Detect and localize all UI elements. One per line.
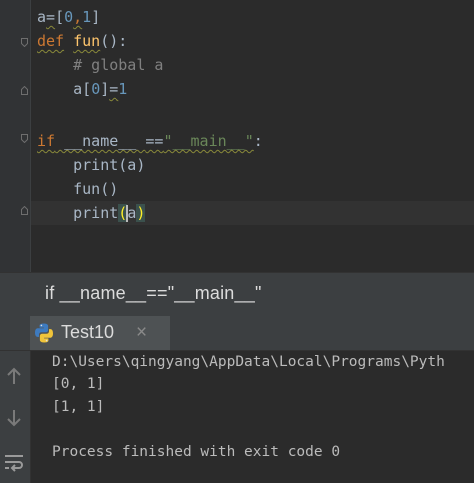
code-token: ]: [100, 80, 110, 98]
code-token: "__main__": [163, 132, 254, 150]
arrow-up-icon[interactable]: [3, 365, 25, 387]
code-token: ): [136, 204, 146, 222]
code-line[interactable]: a=[0,1]: [37, 5, 100, 29]
code-token: # global a: [73, 56, 164, 74]
code-token: 0: [64, 8, 74, 26]
code-token: (): [100, 32, 119, 50]
code-token: a: [37, 8, 47, 26]
arrow-down-icon[interactable]: [3, 407, 25, 429]
run-tab[interactable]: Test10 ×: [30, 316, 170, 350]
code-line[interactable]: def fun():: [37, 29, 127, 53]
code-token: 1: [118, 80, 128, 98]
code-token: [: [55, 8, 65, 26]
code-token: ==: [145, 132, 164, 150]
code-token: print: [37, 204, 119, 222]
code-token: 0: [91, 80, 101, 98]
fold-end-marker-icon[interactable]: [21, 86, 28, 95]
console-line: D:\Users\qingyang\AppData\Local\Programs…: [52, 354, 445, 370]
python-icon: [35, 323, 53, 343]
code-token: :: [253, 132, 263, 150]
code-token: :: [118, 32, 128, 50]
code-token: ,: [73, 8, 83, 26]
console-line: [0, 1]: [52, 376, 105, 392]
code-line[interactable]: fun(): [37, 177, 118, 201]
console-output[interactable]: D:\Users\qingyang\AppData\Local\Programs…: [31, 351, 474, 483]
code-token: fun(): [37, 180, 119, 198]
code-editor[interactable]: a=[0,1] def fun(): # global a a[0]=1 if __…: [0, 0, 474, 272]
run-tool-header: Test10 ×: [0, 316, 474, 351]
breadcrumb-bar: if __name__=="__main__": [0, 272, 474, 317]
code-line[interactable]: print(a): [37, 153, 145, 177]
code-token: a: [127, 204, 137, 222]
run-toolbar: [0, 351, 31, 483]
code-token: def: [37, 32, 65, 50]
soft-wrap-icon[interactable]: [3, 451, 25, 473]
code-token: a[: [37, 80, 92, 98]
console-line: Process finished with exit code 0: [52, 444, 341, 460]
code-line[interactable]: # global a: [37, 53, 163, 77]
fold-marker-icon[interactable]: [21, 134, 28, 143]
code-token: =: [109, 80, 119, 98]
code-token: __name__: [55, 132, 146, 150]
gutter-divider: [30, 0, 31, 272]
code-line[interactable]: a[0]=1: [37, 77, 127, 101]
code-token: 1: [82, 8, 92, 26]
code-token: if: [37, 132, 56, 150]
code-token: fun: [73, 32, 101, 50]
code-token: ]: [91, 8, 101, 26]
code-line[interactable]: if __name__ =="__main__":: [37, 129, 263, 153]
code-token: print(a): [37, 156, 146, 174]
run-tab-title: Test10: [61, 322, 115, 342]
fold-end-marker-icon[interactable]: [21, 206, 28, 215]
breadcrumb[interactable]: if __name__=="__main__": [45, 283, 262, 304]
console-line: [1, 1]: [52, 399, 105, 415]
fold-marker-icon[interactable]: [21, 38, 28, 47]
code-token: =: [46, 8, 56, 26]
close-icon[interactable]: ×: [136, 322, 147, 344]
code-line[interactable]: print(a): [37, 201, 146, 225]
